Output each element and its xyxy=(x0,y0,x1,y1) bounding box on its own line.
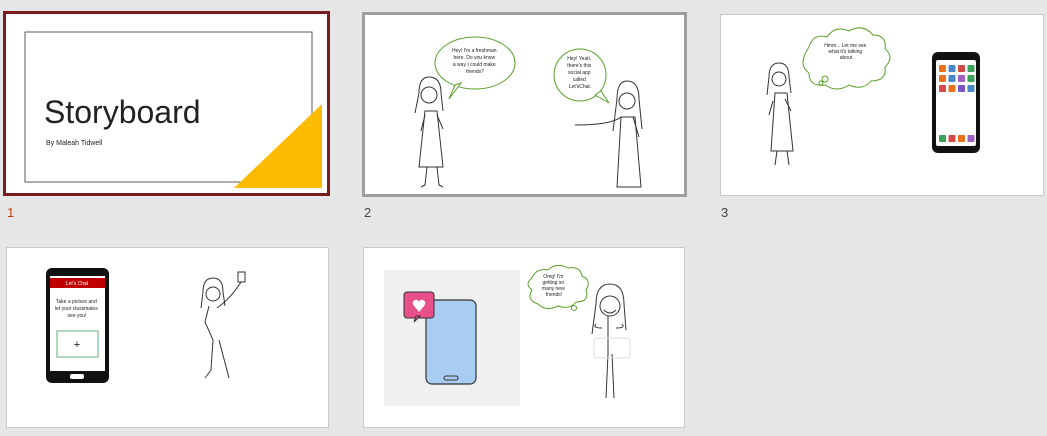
home-button xyxy=(70,374,84,379)
smartphone-app-screen: Let's Chat Take a picture and let your c… xyxy=(46,268,109,383)
app-icon xyxy=(958,85,965,92)
app-icon xyxy=(958,75,965,82)
slide-thumbnail-2[interactable]: Hey! I'm a freshman here. Do you know a … xyxy=(362,12,687,197)
slide-number-1: 1 xyxy=(7,205,15,220)
thought-bubble: Omg! I'm getting so many new friends! xyxy=(527,264,589,311)
app-icon xyxy=(958,135,965,142)
girl-figure-happy xyxy=(591,283,631,399)
slide-number-3: 3 xyxy=(721,205,729,220)
bubble-left-line-1: Hey! I'm a freshman xyxy=(452,48,497,54)
slide-number-2: 2 xyxy=(364,205,372,220)
slide-3-canvas: Hmm... Let me see what it's talking abou… xyxy=(766,27,980,166)
slide-1-canvas: Storyboard By Maleah Tidwell xyxy=(24,31,322,188)
thought-line-4: friends! xyxy=(546,292,562,298)
app-icon xyxy=(967,75,975,82)
app-icon xyxy=(948,85,956,92)
app-icon xyxy=(939,135,946,142)
slide-thumbnail-1[interactable]: Storyboard By Maleah Tidwell xyxy=(3,11,330,196)
app-text-line-1: Take a picture and xyxy=(56,299,97,305)
app-icon xyxy=(948,65,956,72)
app-text-line-2: let your classmates xyxy=(55,306,98,312)
slide-thumbnail-5[interactable]: Omg! I'm getting so many new friends! xyxy=(363,247,685,428)
girl-selfie-figure xyxy=(200,271,246,379)
slide-4-canvas: Let's Chat Take a picture and let your c… xyxy=(46,268,246,383)
app-icon xyxy=(967,85,975,92)
bubble-right-line-5: Let'sChat. xyxy=(569,84,591,90)
app-text-line-3: see you! xyxy=(68,313,87,319)
slide-title: Storyboard xyxy=(44,94,201,130)
app-icon xyxy=(939,75,946,82)
slide-subtitle: By Maleah Tidwell xyxy=(46,140,103,147)
slide-2-canvas: Hey! I'm a freshman here. Do you know a … xyxy=(414,36,643,188)
slide-thumbnail-3[interactable]: Hmm... Let me see what it's talking abou… xyxy=(720,14,1044,196)
thought-bubble: Hmm... Let me see what it's talking abou… xyxy=(802,27,891,90)
app-icon xyxy=(939,85,946,92)
app-icon xyxy=(967,65,975,72)
bubble-right-line-1: Hey! Yeah, xyxy=(567,56,591,62)
thought-line-3: about xyxy=(840,55,853,61)
bubble-left-line-3: a way I could make xyxy=(453,62,496,68)
app-icon xyxy=(958,65,965,72)
bubble-right-line-3: social app xyxy=(568,70,591,76)
plus-icon: + xyxy=(74,339,80,351)
yellow-triangle xyxy=(234,104,322,188)
app-icon xyxy=(948,75,956,82)
girl-figure-left xyxy=(414,76,444,188)
girl-figure xyxy=(766,62,794,166)
app-icon xyxy=(948,135,956,142)
slide-5-canvas: Omg! I'm getting so many new friends! xyxy=(384,264,631,406)
speech-bubble-right: Hey! Yeah, there's this social app calle… xyxy=(553,48,610,104)
speech-bubble-left: Hey! I'm a freshman here. Do you know a … xyxy=(434,36,516,100)
svg-text:Hey! Yeah, there's thi: Hey! Yeah, there's this social app calle… xyxy=(567,56,593,90)
bubble-right-line-4: called xyxy=(573,77,586,83)
bubble-left-line-2: here. Do you know xyxy=(453,55,495,61)
slide-thumbnail-4[interactable]: Let's Chat Take a picture and let your c… xyxy=(6,247,329,428)
smartphone-app-grid xyxy=(932,52,980,153)
app-icon xyxy=(967,135,975,142)
app-title: Let's Chat xyxy=(66,281,89,287)
app-icon xyxy=(939,65,946,72)
bubble-left-line-4: friends? xyxy=(466,69,484,75)
bubble-right-line-2: there's this xyxy=(567,63,592,69)
